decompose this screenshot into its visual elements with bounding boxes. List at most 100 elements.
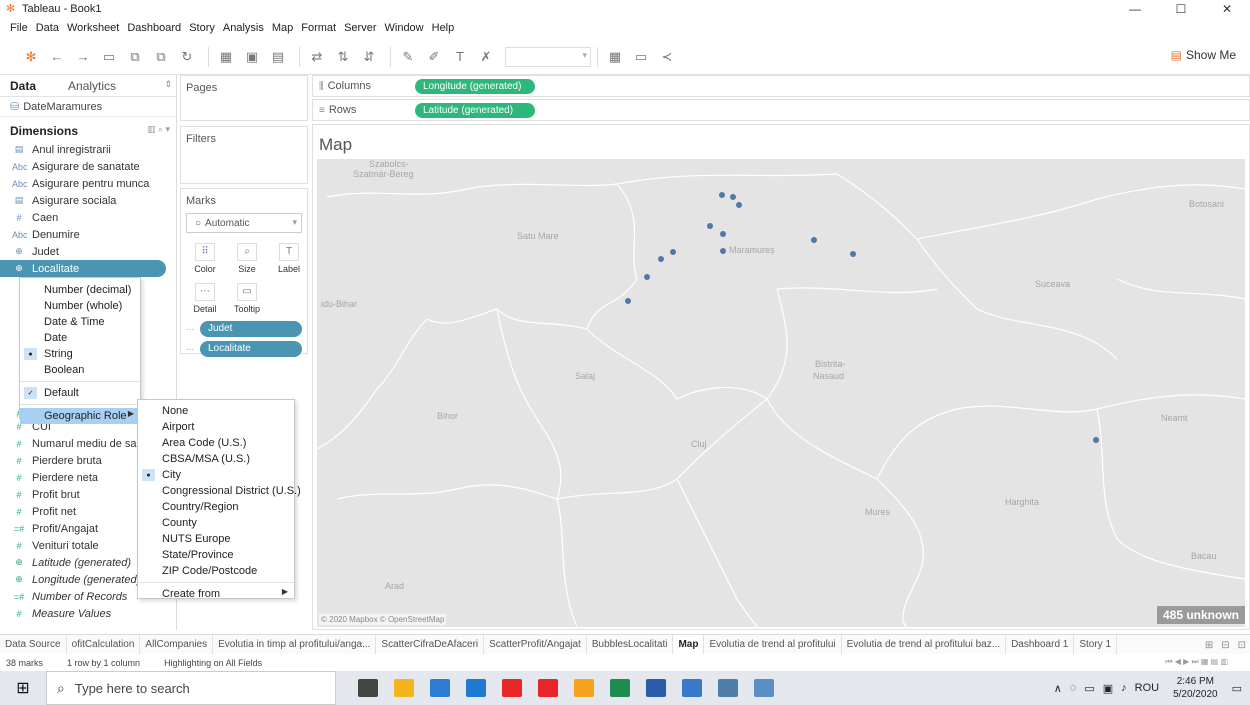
new-datasource-icon[interactable]: ⧉	[124, 46, 146, 68]
map-mark[interactable]	[1093, 437, 1099, 443]
marks-pill-localitate[interactable]: ⋯ Localitate	[186, 341, 302, 357]
pages-card[interactable]: Pages	[180, 75, 308, 121]
menu-story[interactable]: Story	[189, 22, 215, 34]
size-button[interactable]: ⌕ Size	[228, 239, 266, 277]
monitor-icon[interactable]: ▣	[1103, 682, 1113, 695]
tooltip-button[interactable]: ▭ Tooltip	[228, 279, 266, 317]
geo-item-county[interactable]: County	[138, 515, 294, 531]
map-mark[interactable]	[850, 251, 856, 257]
geo-item-city[interactable]: ● City	[138, 467, 294, 483]
sheet-tab[interactable]: ScatterCifraDeAfaceri	[376, 635, 485, 654]
menu-item-number-decimal[interactable]: Number (decimal)	[20, 282, 140, 298]
dimension-field[interactable]: Abc Asigurare pentru munca	[0, 175, 176, 192]
sort-ascending-icon[interactable]: ⇅	[332, 46, 354, 68]
menu-item-boolean[interactable]: Boolean	[20, 362, 140, 378]
menu-item-default[interactable]: ✓ Default	[20, 385, 140, 401]
sheet-tab[interactable]: Dashboard 1	[1006, 635, 1075, 654]
columns-pill[interactable]: Longitude (generated)	[415, 78, 535, 94]
map-mark[interactable]	[707, 223, 713, 229]
clear-sheet-icon[interactable]: ▤	[267, 46, 289, 68]
unknown-indicator[interactable]: 485 unknown	[1156, 606, 1245, 624]
collapse-arrow-icon[interactable]: ⇕	[164, 79, 172, 90]
taskbar-app-icon[interactable]	[746, 671, 782, 705]
geo-item-airport[interactable]: Airport	[138, 419, 294, 435]
menu-item-date[interactable]: Date	[20, 330, 140, 346]
presentation-mode-icon[interactable]: ▭	[630, 46, 652, 68]
taskbar-app-icon[interactable]	[422, 671, 458, 705]
new-dashboard-icon[interactable]: ⊟	[1221, 640, 1229, 651]
mark-type-dropdown[interactable]: ○ Automatic	[186, 213, 302, 233]
taskbar-app-icon[interactable]	[458, 671, 494, 705]
new-worksheet-icon[interactable]: ⊞	[1205, 640, 1213, 651]
rows-shelf[interactable]: ≡ Rows Latitude (generated)	[312, 99, 1250, 121]
language-indicator[interactable]: ROU	[1135, 682, 1159, 694]
taskbar-app-icon[interactable]	[674, 671, 710, 705]
sheet-tab[interactable]: Evolutia de trend al profitului	[704, 635, 842, 654]
menu-analysis[interactable]: Analysis	[223, 22, 264, 34]
map-mark[interactable]	[720, 248, 726, 254]
new-story-icon[interactable]: ⊡	[1238, 640, 1246, 651]
map-mark[interactable]	[644, 274, 650, 280]
map-copyright[interactable]: © 2020 Mapbox © OpenStreetMap	[319, 614, 447, 625]
menu-item-geographic-role[interactable]: Geographic Role ▶	[20, 408, 140, 424]
sheet-tab[interactable]: ScatterProfit/Angajat	[484, 635, 587, 654]
sheet-nav-icon[interactable]: ⏮ ◀ ▶ ⏭ ▦ ▤ ▥	[1165, 657, 1228, 667]
color-button[interactable]: ⠿ Color	[186, 239, 224, 277]
taskbar-search[interactable]: ⌕ Type here to search	[46, 671, 336, 705]
taskbar-app-icon[interactable]	[638, 671, 674, 705]
sheet-tab[interactable]: Story 1	[1074, 635, 1118, 654]
map-mark[interactable]	[670, 249, 676, 255]
measure-field[interactable]: # Measure Values	[0, 605, 177, 622]
sheet-tab[interactable]: ofitCalculation	[67, 635, 141, 654]
menu-map[interactable]: Map	[272, 22, 293, 34]
menu-data[interactable]: Data	[36, 22, 59, 34]
geo-item-area-code[interactable]: Area Code (U.S.)	[138, 435, 294, 451]
map-mark[interactable]	[730, 194, 736, 200]
taskbar-app-icon[interactable]	[494, 671, 530, 705]
tableau-home-icon[interactable]: ✻	[20, 46, 42, 68]
windows-start-icon[interactable]: ⊞	[0, 671, 46, 705]
map-mark[interactable]	[658, 256, 664, 262]
show-me-button[interactable]: ▤ Show Me	[1171, 48, 1236, 62]
sheet-tab[interactable]: Evolutia in timp al profitului/anga...	[213, 635, 377, 654]
columns-shelf[interactable]: ⫼ Columns Longitude (generated)	[312, 75, 1250, 97]
sheet-tab[interactable]: BubblesLocalitati	[587, 635, 674, 654]
menu-item-number-whole[interactable]: Number (whole)	[20, 298, 140, 314]
map-canvas[interactable]: Szabolcs-Szatmár-Bereg Satu Mare Maramureș…	[317, 159, 1245, 627]
refresh-icon[interactable]: ↻	[176, 46, 198, 68]
menu-help[interactable]: Help	[432, 22, 455, 34]
close-button[interactable]: ✕	[1204, 0, 1250, 18]
datasource-item[interactable]: ⛁ DateMaramures	[0, 97, 176, 117]
map-mark[interactable]	[720, 231, 726, 237]
geo-item-cbsa-msa[interactable]: CBSA/MSA (U.S.)	[138, 451, 294, 467]
dimension-field[interactable]: ⊕ Localitate	[0, 260, 166, 277]
minimize-button[interactable]: —	[1112, 0, 1158, 18]
detail-button[interactable]: ⋯ Detail	[186, 279, 224, 317]
menu-format[interactable]: Format	[301, 22, 336, 34]
tab-analytics[interactable]: Analytics	[68, 79, 116, 93]
fit-dropdown[interactable]	[505, 46, 591, 67]
map-mark[interactable]	[625, 298, 631, 304]
taskbar-app-icon[interactable]	[530, 671, 566, 705]
clear-format-icon[interactable]: ✗	[475, 46, 497, 68]
sheet-tab[interactable]: AllCompanies	[140, 635, 214, 654]
highlight-icon[interactable]: ✎	[397, 46, 419, 68]
forward-icon[interactable]: →	[72, 46, 94, 68]
dimension-field[interactable]: ▤ Asigurare sociala	[0, 192, 176, 209]
taskbar-app-icon[interactable]	[350, 671, 386, 705]
dimension-field[interactable]: ⊕ Judet	[0, 243, 176, 260]
labels-icon[interactable]: T	[449, 46, 471, 68]
menu-worksheet[interactable]: Worksheet	[67, 22, 119, 34]
back-icon[interactable]: ←	[46, 46, 68, 68]
map-mark[interactable]	[719, 192, 725, 198]
geo-item-none[interactable]: None	[138, 403, 294, 419]
geo-item-zip-code[interactable]: ZIP Code/Postcode	[138, 563, 294, 579]
chevron-up-icon[interactable]: ∧	[1054, 682, 1062, 695]
dimension-field[interactable]: ▤ Anul inregistrarii	[0, 141, 176, 158]
label-button[interactable]: T Label	[270, 239, 308, 277]
save-icon[interactable]: ▭	[98, 46, 120, 68]
tab-data[interactable]: Data	[10, 79, 36, 93]
marks-pill-judet[interactable]: ⋯ Judet	[186, 321, 302, 337]
share-icon[interactable]: ≺	[656, 46, 678, 68]
menu-server[interactable]: Server	[344, 22, 376, 34]
